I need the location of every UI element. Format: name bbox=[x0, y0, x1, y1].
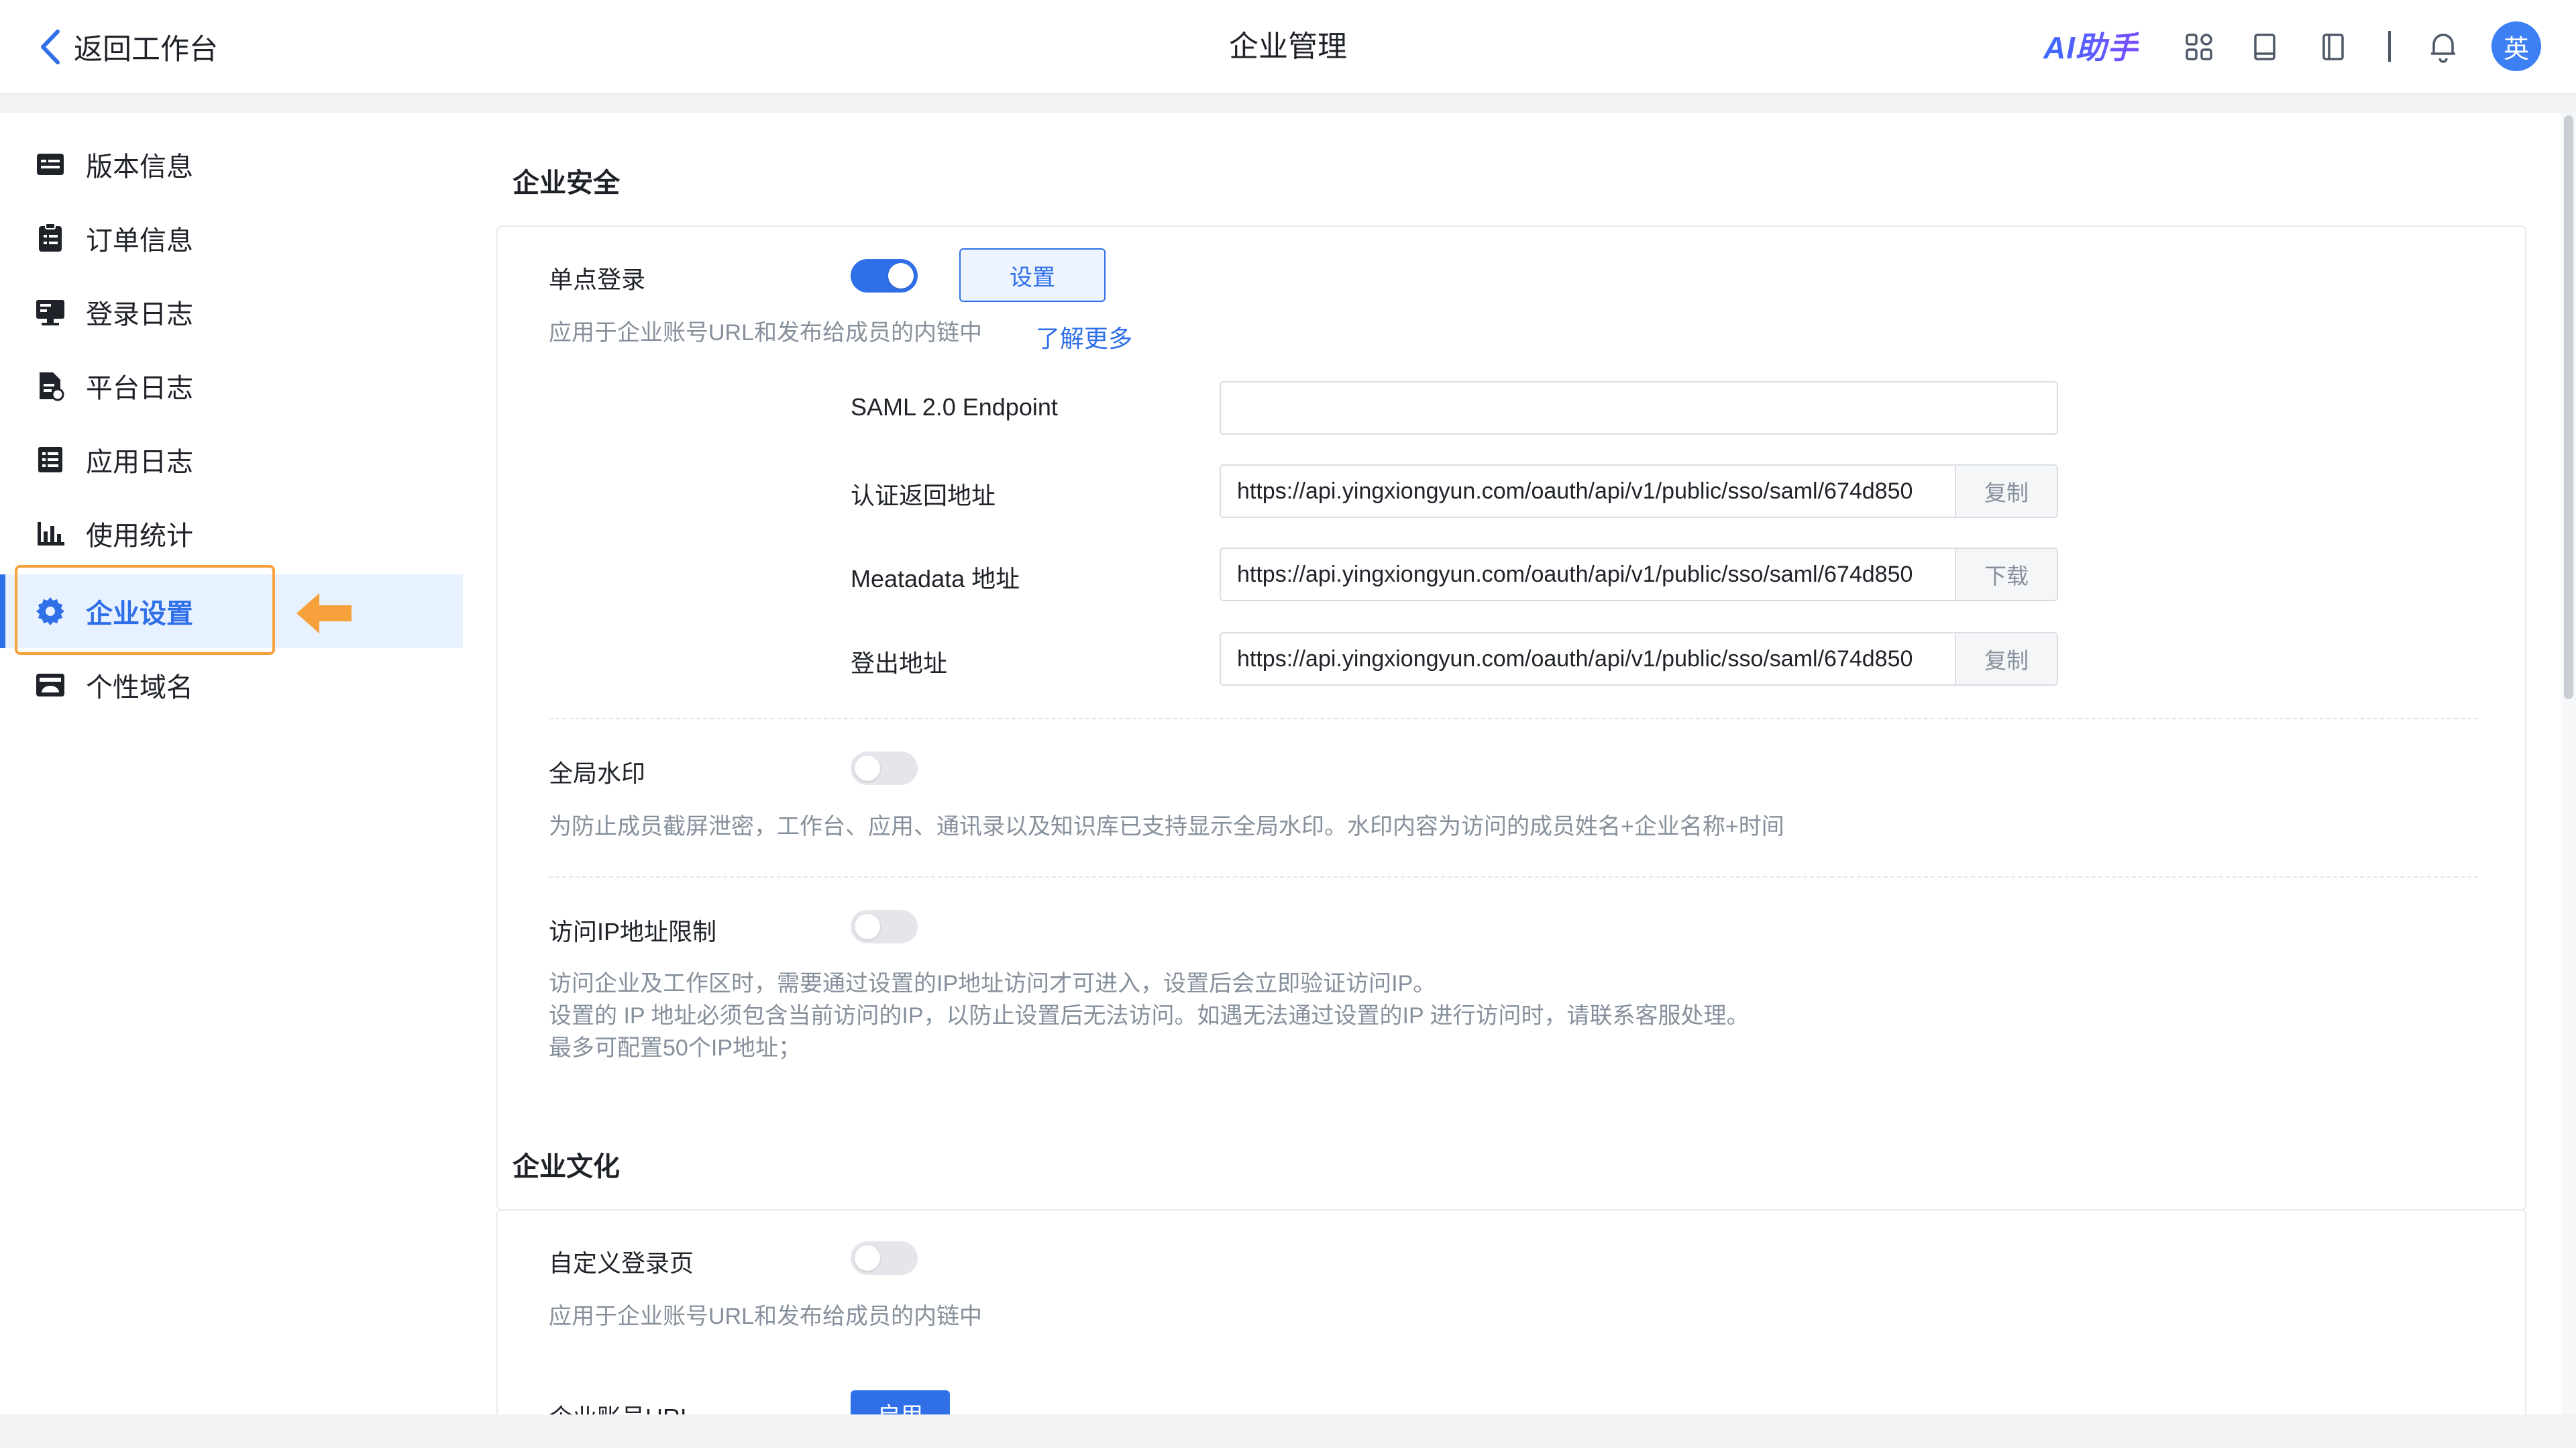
top-header: 返回工作台 企业管理 AI助手 英 bbox=[0, 0, 2576, 95]
culture-card: 自定义登录页 应用于企业账号URL和发布给成员的内链中 企业账号URL 启用 bbox=[496, 1209, 2526, 1414]
sidebar-item-label: 登录日志 bbox=[86, 300, 193, 329]
divider bbox=[549, 718, 2478, 719]
watermark-label: 全局水印 bbox=[549, 760, 646, 787]
sso-description: 应用于企业账号URL和发布给成员的内链中 bbox=[549, 320, 983, 346]
account-url-label: 企业账号URL bbox=[549, 1398, 694, 1414]
divider bbox=[549, 876, 2478, 878]
sidebar-item-label: 平台日志 bbox=[86, 374, 193, 403]
ip-limit-description-line: 访问企业及工作区时，需要通过设置的IP地址访问才可进入，设置后会立即验证访问IP… bbox=[549, 971, 1436, 996]
copy-logout-url-button[interactable]: 复制 bbox=[1955, 633, 2057, 684]
enable-button[interactable]: 启用 bbox=[851, 1390, 950, 1414]
version-icon bbox=[37, 154, 64, 175]
chart-icon bbox=[38, 522, 64, 546]
sidebar-item-usage-stats[interactable]: 使用统计 bbox=[0, 497, 463, 570]
ip-limit-description-line: 设置的 IP 地址必须包含当前访问的IP，以防止设置后无法访问。如遇无法通过设置… bbox=[549, 1003, 1750, 1029]
sidebar-item-app-log[interactable]: 应用日志 bbox=[0, 423, 463, 497]
learn-more-link[interactable]: 了解更多 bbox=[1036, 319, 1132, 354]
user-avatar[interactable]: 英 bbox=[2491, 21, 2541, 71]
custom-login-description: 应用于企业账号URL和发布给成员的内链中 bbox=[549, 1304, 983, 1329]
platform-log-icon bbox=[40, 372, 64, 401]
ai-assistant-button[interactable]: AI助手 bbox=[2043, 27, 2139, 68]
active-indicator bbox=[0, 574, 5, 648]
sso-settings-button[interactable]: 设置 bbox=[959, 248, 1106, 302]
auth-return-url-field[interactable]: https://api.yingxiongyun.com/oauth/api/v… bbox=[1220, 464, 2058, 518]
sidebar: 版本信息 订单信息 登录日志 平台日志 应用日志 使用统计 企业设置 个性域名 bbox=[0, 113, 463, 1414]
sidebar-item-label: 应用日志 bbox=[86, 448, 193, 477]
notebook-icon[interactable] bbox=[2316, 30, 2351, 64]
sidebar-item-label: 个性域名 bbox=[86, 673, 193, 703]
saml-endpoint-input[interactable] bbox=[1220, 381, 2058, 435]
auth-return-url-label: 认证返回地址 bbox=[851, 482, 996, 509]
saml-endpoint-label: SAML 2.0 Endpoint bbox=[851, 393, 1058, 421]
sso-toggle[interactable] bbox=[851, 259, 918, 293]
header-divider bbox=[2388, 31, 2391, 62]
sidebar-item-version[interactable]: 版本信息 bbox=[0, 127, 463, 201]
ip-limit-label: 访问IP地址限制 bbox=[549, 918, 717, 945]
logout-url-field[interactable]: https://api.yingxiongyun.com/oauth/api/v… bbox=[1220, 632, 2058, 686]
metadata-url-label: Meatadata 地址 bbox=[851, 565, 1020, 592]
ip-limit-description-line: 最多可配置50个IP地址； bbox=[549, 1035, 801, 1061]
custom-login-toggle[interactable] bbox=[851, 1241, 918, 1275]
main-content: 企业安全 单点登录 设置 应用于企业账号URL和发布给成员的内链中 了解更多 S… bbox=[463, 113, 2561, 1414]
watermark-description: 为防止成员截屏泄密，工作台、应用、通讯录以及知识库已支持显示全局水印。水印内容为… bbox=[549, 814, 1784, 839]
order-icon bbox=[39, 223, 62, 252]
metadata-url-field[interactable]: https://api.yingxiongyun.com/oauth/api/v… bbox=[1220, 548, 2058, 601]
book-icon[interactable] bbox=[2247, 30, 2282, 64]
domain-icon bbox=[36, 674, 64, 696]
bell-icon[interactable] bbox=[2426, 30, 2461, 64]
download-metadata-button[interactable]: 下载 bbox=[1955, 549, 2057, 600]
app-log-icon bbox=[38, 447, 62, 472]
apps-icon[interactable] bbox=[2182, 30, 2216, 64]
sidebar-item-custom-domain[interactable]: 个性域名 bbox=[0, 648, 463, 722]
sidebar-item-label: 使用统计 bbox=[86, 521, 193, 551]
sidebar-item-label: 版本信息 bbox=[86, 152, 193, 182]
sidebar-item-label: 订单信息 bbox=[86, 226, 193, 256]
security-card: 单点登录 设置 应用于企业账号URL和发布给成员的内链中 了解更多 SAML 2… bbox=[496, 225, 2526, 1210]
scrollbar-thumb[interactable] bbox=[2564, 115, 2573, 699]
section-title-security: 企业安全 bbox=[513, 168, 620, 198]
copy-auth-return-url-button[interactable]: 复制 bbox=[1955, 466, 2057, 517]
arrow-left-icon bbox=[297, 593, 352, 633]
ip-limit-toggle[interactable] bbox=[851, 910, 918, 943]
watermark-toggle[interactable] bbox=[851, 752, 918, 785]
section-title-culture: 企业文化 bbox=[513, 1152, 620, 1182]
login-log-icon bbox=[36, 300, 64, 325]
logout-url-label: 登出地址 bbox=[851, 650, 948, 677]
sidebar-item-platform-log[interactable]: 平台日志 bbox=[0, 349, 463, 423]
custom-login-label: 自定义登录页 bbox=[549, 1249, 694, 1277]
highlight-box bbox=[15, 565, 275, 655]
sidebar-item-orders[interactable]: 订单信息 bbox=[0, 201, 463, 275]
sso-label: 单点登录 bbox=[549, 266, 646, 293]
sidebar-item-login-log[interactable]: 登录日志 bbox=[0, 275, 463, 349]
